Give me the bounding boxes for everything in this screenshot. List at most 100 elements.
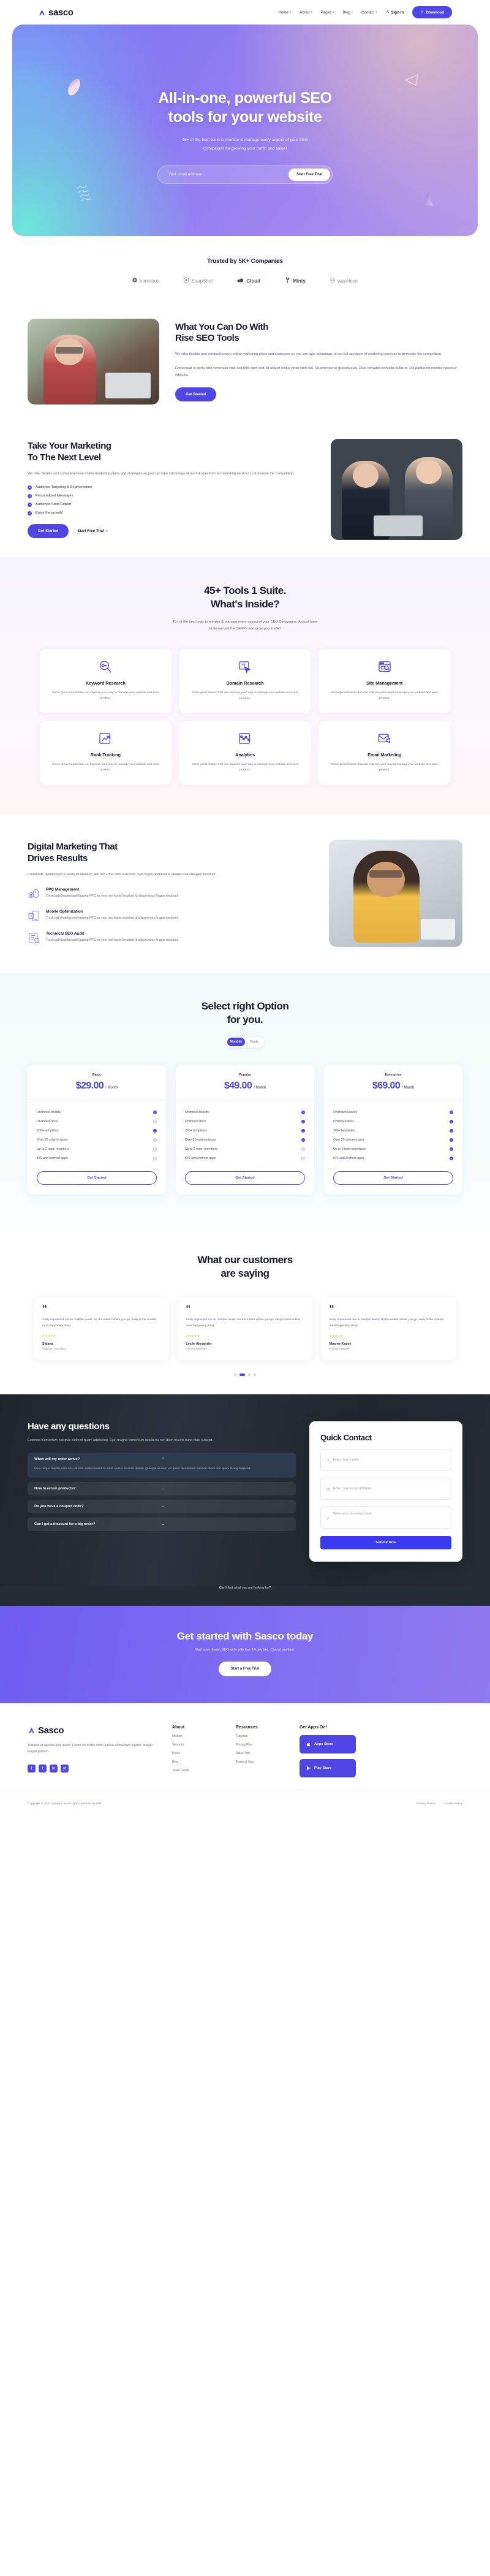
app-store-button[interactable]: Apps Store — [300, 1734, 356, 1753]
faq-item-returns[interactable]: How to return products? ⌄ — [28, 1482, 296, 1496]
billing-period-toggle[interactable]: Monthly Yearly — [226, 1036, 264, 1047]
tool-card-email-marketing[interactable]: Email Marketing Some great feature that … — [318, 720, 450, 785]
contact-name-input[interactable] — [333, 1457, 445, 1462]
privacy-policy-link[interactable]: Privacy Policy — [417, 1803, 435, 1806]
hero-decor-capsule — [66, 77, 82, 101]
hero-subtitle-line1: 45+ of the best tools to monitor & manag… — [182, 138, 308, 142]
brand-logo[interactable]: sasco — [38, 7, 74, 18]
download-button[interactable]: Download — [412, 6, 452, 18]
nav-item-pages[interactable]: Pages ▾ — [321, 10, 334, 15]
cta-start-trial-button[interactable]: Start a Free Trial — [219, 1661, 271, 1676]
faq-contact-section: Have any questions Euismod elementum nis… — [0, 1394, 490, 1586]
carousel-dot[interactable] — [248, 1373, 251, 1376]
footer-link[interactable]: Services — [172, 1743, 220, 1747]
mobile-device-icon — [28, 910, 40, 922]
hero-start-trial-button[interactable]: Start Free Trial — [288, 168, 330, 181]
plan-feature-label: Unlimited boards — [37, 1111, 61, 1115]
page-root: sasco Home ▾ About ▾ Pages ▾ Blog ▾ Cont… — [0, 0, 490, 1819]
nav-item-blog[interactable]: Blog ▾ — [342, 10, 353, 15]
user-icon — [386, 10, 390, 15]
toggle-monthly[interactable]: Monthly — [227, 1038, 245, 1047]
marketing-start-trial-link[interactable]: Start Free Trial › — [77, 529, 107, 533]
marketing-title-line2: To The Next Level — [28, 452, 101, 463]
plan-feature-label: iOS and Android apps — [185, 1157, 216, 1161]
footer-link[interactable]: Terms & Use — [236, 1760, 284, 1764]
chevron-down-icon: ⌄ — [162, 1505, 165, 1509]
faq-title: Have any questions — [28, 1421, 110, 1432]
pricing-title-line2: for you. — [227, 1014, 263, 1026]
tool-card-analytics[interactable]: Analytics Some great feature that can im… — [179, 720, 311, 785]
feature-included-icon — [301, 1120, 305, 1124]
faq-item-coupon[interactable]: Do you have a coupon code? ⌄ — [28, 1500, 296, 1514]
carousel-dot-active[interactable] — [239, 1373, 245, 1376]
client-logo-label: Minty — [293, 278, 306, 284]
pencil-icon — [326, 1512, 330, 1523]
footer-link[interactable]: Press — [172, 1752, 220, 1755]
cookie-policy-link[interactable]: Cookie Policy — [445, 1803, 462, 1806]
faq-accordion: When will my order arrive? ⌃ Urna neque … — [28, 1452, 296, 1532]
faq-question-header[interactable]: Do you have a coupon code? ⌄ — [28, 1500, 296, 1513]
rise-get-started-button[interactable]: Get Started — [175, 387, 217, 402]
youtube-icon[interactable]: yt — [61, 1765, 69, 1773]
tool-card-domain-research[interactable]: Domain Research Some great feature that … — [179, 648, 311, 713]
pricing-section: Select right Option for you. Monthly Yea… — [0, 972, 490, 1226]
tools-title-line1: 45+ Tools 1 Suite. — [204, 585, 286, 596]
nav-label: Blog — [342, 10, 350, 15]
plan-get-started-button[interactable]: Get Started — [333, 1171, 453, 1185]
tool-card-title: Analytics — [235, 751, 255, 758]
footer-link[interactable]: Blog — [172, 1760, 220, 1764]
pricing-plans: Basic $29.00/ Month Unlimited boards Unl… — [0, 1064, 490, 1195]
plan-price-period: / Month — [254, 1085, 266, 1090]
hero-email-input[interactable] — [168, 172, 288, 177]
sasco-logo-icon — [38, 9, 46, 17]
twitter-icon[interactable]: t — [39, 1765, 47, 1773]
footer-link[interactable]: Tutorials — [236, 1734, 284, 1738]
testimonials-title-line1: What our customers — [197, 1253, 293, 1266]
plan-price: $49.00/ Month — [176, 1081, 314, 1092]
sign-in-button[interactable]: Sign In — [386, 10, 404, 15]
tool-card-keyword-research[interactable]: Keyword Research Some great feature that… — [40, 648, 172, 713]
play-icon — [306, 1763, 311, 1774]
contact-submit-button[interactable]: Submit Now — [320, 1535, 451, 1549]
marketing-get-started-button[interactable]: Get Started — [28, 523, 69, 538]
seo-audit-icon — [28, 932, 40, 944]
tool-card-rank-tracking[interactable]: Rank Tracking Some great feature that ca… — [40, 720, 172, 785]
carousel-dot[interactable] — [234, 1373, 236, 1376]
contact-message-input[interactable] — [333, 1511, 445, 1519]
domain-cursor-icon — [188, 659, 303, 675]
toggle-yearly[interactable]: Yearly — [245, 1038, 263, 1046]
play-store-button[interactable]: Play Store — [300, 1758, 356, 1777]
facebook-icon[interactable]: f — [28, 1765, 36, 1773]
plan-get-started-button[interactable]: Get Started — [185, 1171, 305, 1185]
carousel-dot[interactable] — [254, 1373, 256, 1376]
nav-item-about[interactable]: About ▾ — [300, 10, 312, 15]
nav-item-home[interactable]: Home ▾ — [278, 10, 291, 15]
contact-message-field[interactable] — [320, 1506, 451, 1529]
tool-card-desc: Some great feature that can improve your… — [331, 691, 438, 701]
plan-feature-row: Unlimited docs — [37, 1117, 157, 1127]
contact-email-field[interactable] — [320, 1477, 451, 1500]
client-logo-label: SnapShot — [191, 278, 213, 284]
feature-desc: Track both leading and lagging PPC for y… — [46, 916, 179, 921]
footer-logo[interactable]: Sasco — [28, 1725, 156, 1736]
client-logo-label: luminous — [140, 278, 160, 284]
footer-link[interactable]: Sales Tips — [236, 1752, 284, 1755]
testimonial-rating: ★★★★★ — [329, 1334, 344, 1337]
tool-card-site-management[interactable]: Site Management Some great feature that … — [318, 648, 450, 713]
footer-link[interactable]: Pricing Plan — [236, 1743, 284, 1747]
tool-card-desc: Some great feature that can improve your… — [52, 762, 159, 772]
faq-item-order-arrival[interactable]: When will my order arrive? ⌃ Urna neque … — [28, 1452, 296, 1478]
faq-question-header[interactable]: When will my order arrive? ⌃ — [28, 1453, 296, 1466]
footer-link[interactable]: Mission — [172, 1734, 220, 1738]
contact-email-input[interactable] — [333, 1486, 445, 1491]
plan-features: Unlimited boards Unlimited docs 200+ tem… — [28, 1100, 166, 1163]
check-circle-icon — [28, 493, 32, 498]
nav-item-contact[interactable]: Contact ▾ — [361, 10, 377, 15]
faq-question-header[interactable]: How to return products? ⌄ — [28, 1482, 296, 1495]
linkedin-icon[interactable]: in — [50, 1765, 58, 1773]
footer-link[interactable]: Team Guide — [172, 1769, 220, 1772]
faq-item-bulk-discount[interactable]: Can I get a discount for a big order? ⌄ — [28, 1518, 296, 1532]
faq-question-header[interactable]: Can I get a discount for a big order? ⌄ — [28, 1518, 296, 1531]
plan-get-started-button[interactable]: Get Started — [37, 1171, 157, 1185]
contact-name-field[interactable] — [320, 1448, 451, 1471]
